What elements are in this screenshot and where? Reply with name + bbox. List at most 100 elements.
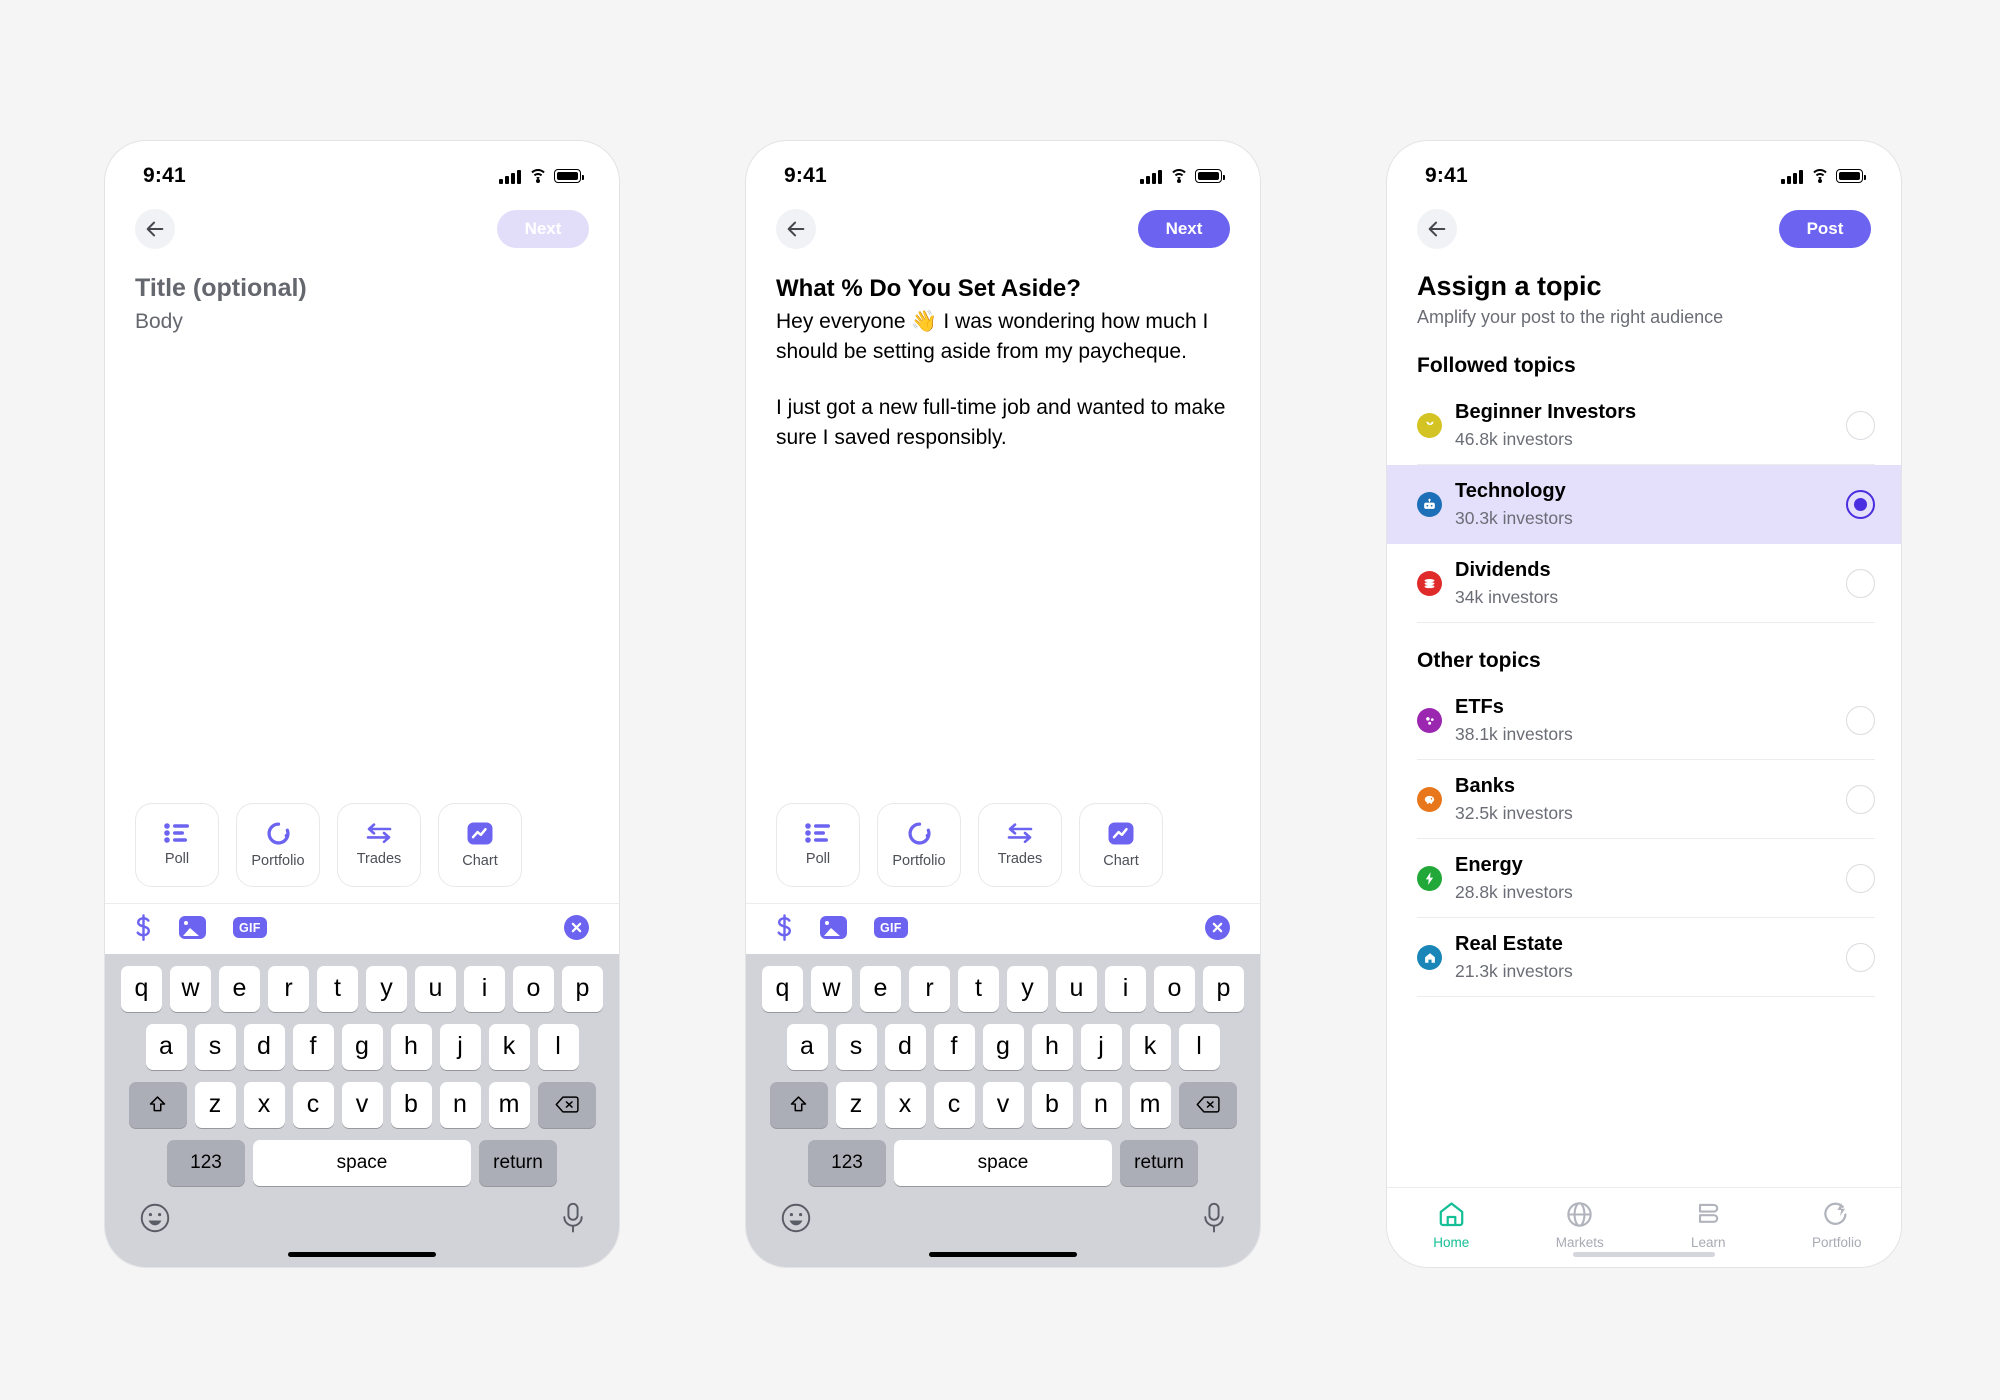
key-s[interactable]: s <box>835 1023 877 1070</box>
topic-row-dividends[interactable]: Dividends 34k investors <box>1387 544 1901 623</box>
topic-row-beginner-investors[interactable]: Beginner Investors 46.8k investors <box>1387 386 1901 465</box>
key-y[interactable]: y <box>1007 965 1048 1012</box>
topic-row-technology[interactable]: Technology 30.3k investors <box>1387 465 1901 544</box>
numeric-key[interactable]: 123 <box>167 1139 245 1186</box>
key-j[interactable]: j <box>439 1023 481 1070</box>
microphone-icon[interactable] <box>1202 1202 1226 1234</box>
numeric-key[interactable]: 123 <box>808 1139 886 1186</box>
key-l[interactable]: l <box>537 1023 579 1070</box>
key-x[interactable]: x <box>884 1081 926 1128</box>
key-d[interactable]: d <box>884 1023 926 1070</box>
tab-home[interactable]: Home <box>1387 1200 1516 1250</box>
key-a[interactable]: a <box>786 1023 828 1070</box>
key-n[interactable]: n <box>1080 1081 1122 1128</box>
key-f[interactable]: f <box>933 1023 975 1070</box>
compose-area[interactable]: What % Do You Set Aside? Hey everyone 👋 … <box>746 249 1260 803</box>
topic-radio[interactable] <box>1846 411 1875 440</box>
body-input-placeholder[interactable]: Body <box>135 310 589 334</box>
key-x[interactable]: x <box>243 1081 285 1128</box>
back-button[interactable] <box>1417 209 1457 249</box>
shift-key[interactable] <box>128 1081 187 1128</box>
image-icon[interactable] <box>179 916 206 939</box>
key-v[interactable]: v <box>341 1081 383 1128</box>
key-p[interactable]: p <box>562 965 603 1012</box>
topic-row-energy[interactable]: Energy 28.8k investors <box>1387 839 1901 918</box>
key-r[interactable]: r <box>909 965 950 1012</box>
post-body-paragraph-2[interactable]: I just got a new full-time job and wante… <box>776 393 1230 453</box>
title-input-placeholder[interactable]: Title (optional) <box>135 273 589 304</box>
post-title-text[interactable]: What % Do You Set Aside? <box>776 273 1230 304</box>
chip-chart[interactable]: Chart <box>438 802 522 887</box>
key-f[interactable]: f <box>292 1023 334 1070</box>
key-k[interactable]: k <box>1129 1023 1171 1070</box>
key-z[interactable]: z <box>194 1081 236 1128</box>
key-o[interactable]: o <box>513 965 554 1012</box>
key-k[interactable]: k <box>488 1023 530 1070</box>
backspace-key[interactable] <box>537 1081 596 1128</box>
topic-radio[interactable] <box>1846 706 1875 735</box>
key-n[interactable]: n <box>439 1081 481 1128</box>
chip-trades[interactable]: Trades <box>978 802 1062 887</box>
chip-chart[interactable]: Chart <box>1079 802 1163 887</box>
emoji-smiley-icon[interactable] <box>139 1202 171 1234</box>
topic-radio-selected[interactable] <box>1846 490 1875 519</box>
tab-learn[interactable]: Learn <box>1644 1200 1773 1250</box>
key-t[interactable]: t <box>958 965 999 1012</box>
key-o[interactable]: o <box>1154 965 1195 1012</box>
topic-radio[interactable] <box>1846 785 1875 814</box>
on-screen-keyboard[interactable]: q w e r t y u i o p a s d f g h j k l z … <box>746 953 1260 1267</box>
topic-row-real-estate[interactable]: Real Estate 21.3k investors <box>1387 918 1901 997</box>
gif-button[interactable]: GIF <box>233 917 267 938</box>
close-circle-icon[interactable] <box>564 915 589 940</box>
key-g[interactable]: g <box>982 1023 1024 1070</box>
key-v[interactable]: v <box>982 1081 1024 1128</box>
gif-button[interactable]: GIF <box>874 917 908 938</box>
tab-portfolio[interactable]: Portfolio <box>1773 1200 1902 1250</box>
key-q[interactable]: q <box>762 965 803 1012</box>
chip-portfolio[interactable]: Portfolio <box>877 802 961 887</box>
key-b[interactable]: b <box>1031 1081 1073 1128</box>
key-u[interactable]: u <box>415 965 456 1012</box>
return-key[interactable]: return <box>1120 1139 1198 1186</box>
key-w[interactable]: w <box>170 965 211 1012</box>
key-l[interactable]: l <box>1178 1023 1220 1070</box>
key-y[interactable]: y <box>366 965 407 1012</box>
key-h[interactable]: h <box>390 1023 432 1070</box>
key-h[interactable]: h <box>1031 1023 1073 1070</box>
key-m[interactable]: m <box>1129 1081 1171 1128</box>
post-button[interactable]: Post <box>1779 210 1871 248</box>
microphone-icon[interactable] <box>561 1202 585 1234</box>
emoji-smiley-icon[interactable] <box>780 1202 812 1234</box>
key-u[interactable]: u <box>1056 965 1097 1012</box>
topic-row-banks[interactable]: Banks 32.5k investors <box>1387 760 1901 839</box>
back-button[interactable] <box>776 209 816 249</box>
key-s[interactable]: s <box>194 1023 236 1070</box>
key-w[interactable]: w <box>811 965 852 1012</box>
tab-markets[interactable]: Markets <box>1516 1200 1645 1250</box>
chip-trades[interactable]: Trades <box>337 802 421 887</box>
key-m[interactable]: m <box>488 1081 530 1128</box>
topic-radio[interactable] <box>1846 864 1875 893</box>
compose-area[interactable]: Title (optional) Body <box>105 249 619 803</box>
image-icon[interactable] <box>820 916 847 939</box>
key-a[interactable]: a <box>145 1023 187 1070</box>
space-key[interactable]: space <box>894 1139 1112 1186</box>
key-r[interactable]: r <box>268 965 309 1012</box>
on-screen-keyboard[interactable]: q w e r t y u i o p a s d f g h j k l z … <box>105 953 619 1267</box>
shift-key[interactable] <box>769 1081 828 1128</box>
topic-radio[interactable] <box>1846 569 1875 598</box>
key-j[interactable]: j <box>1080 1023 1122 1070</box>
back-button[interactable] <box>135 209 175 249</box>
key-i[interactable]: i <box>464 965 505 1012</box>
key-e[interactable]: e <box>860 965 901 1012</box>
backspace-key[interactable] <box>1178 1081 1237 1128</box>
chip-poll[interactable]: Poll <box>776 802 860 887</box>
key-c[interactable]: c <box>292 1081 334 1128</box>
key-z[interactable]: z <box>835 1081 877 1128</box>
chip-portfolio[interactable]: Portfolio <box>236 802 320 887</box>
space-key[interactable]: space <box>253 1139 471 1186</box>
key-p[interactable]: p <box>1203 965 1244 1012</box>
dollar-sign-icon[interactable] <box>135 913 152 942</box>
key-t[interactable]: t <box>317 965 358 1012</box>
key-g[interactable]: g <box>341 1023 383 1070</box>
